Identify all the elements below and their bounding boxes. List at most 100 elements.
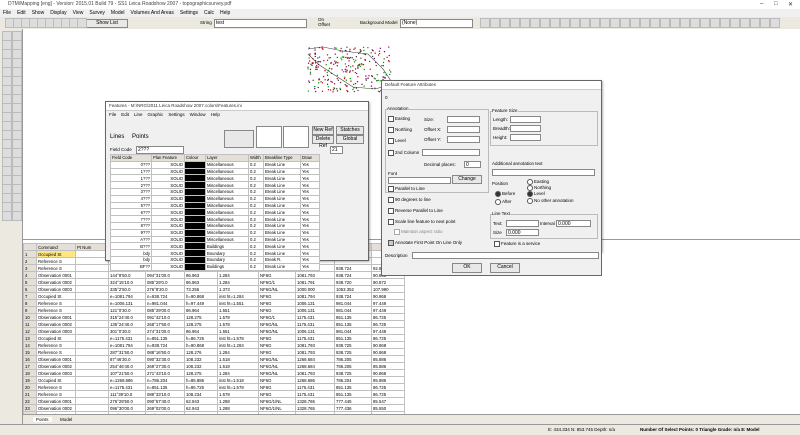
features-cell[interactable]: Break Line bbox=[263, 208, 301, 217]
table-row[interactable]: 4??? SOLID Miscellaneous 0.2 Break Line Yes bbox=[110, 194, 320, 203]
table-row[interactable]: BF?? SOLID Buildings 0.2 Break Line Yes bbox=[110, 262, 320, 271]
menu-item-8[interactable]: Settings bbox=[177, 9, 201, 17]
features-table[interactable]: Field Code Plan Feature Colour Layer Width Br… bbox=[110, 154, 320, 271]
annotate-first-checkbox[interactable] bbox=[388, 240, 394, 246]
toolbar-tool-icon-1[interactable] bbox=[490, 18, 500, 28]
table-row[interactable]: bdy SOLID Boundary 0.2 Break R. Yes bbox=[110, 255, 320, 264]
grid-cell[interactable] bbox=[75, 390, 109, 398]
scale-line-checkbox[interactable] bbox=[388, 219, 394, 225]
grid-cell[interactable]: inst ht=1.551 bbox=[217, 299, 259, 307]
table-row[interactable]: 0??? SOLID Miscellaneous 0.2 Break Line Yes bbox=[110, 160, 320, 169]
grid-cell[interactable]: Observation 0001 bbox=[36, 355, 76, 363]
features-cell[interactable]: Miscellaneous bbox=[205, 208, 249, 217]
features-menu-item[interactable]: Window bbox=[190, 112, 206, 117]
grid-header-cell[interactable]: Pt Num bbox=[75, 243, 109, 251]
table-row[interactable]: 8??? SOLID Miscellaneous 0.2 Break Line Yes bbox=[110, 221, 320, 230]
grid-cell[interactable]: 1.551 bbox=[217, 327, 259, 335]
grid-cell[interactable]: 1006.131 bbox=[295, 306, 335, 314]
menu-item-1[interactable]: Edit bbox=[14, 9, 29, 17]
grid-cell[interactable]: 86.964 bbox=[184, 327, 218, 335]
features-cell[interactable]: Miscellaneous bbox=[205, 187, 249, 196]
grid-cell[interactable]: 5 bbox=[23, 278, 37, 286]
grid-cell[interactable]: 274°31'00.0 bbox=[145, 327, 185, 335]
features-cell[interactable]: SOLID bbox=[151, 262, 185, 271]
grid-cell[interactable]: NF6G bbox=[258, 348, 296, 356]
grid-cell[interactable]: 11 bbox=[23, 320, 37, 328]
toolbar-tool-icon-18[interactable] bbox=[660, 18, 670, 28]
features-cell[interactable]: 8??? bbox=[110, 221, 152, 230]
grid-cell[interactable] bbox=[75, 313, 109, 321]
size-lt-input[interactable]: 0.000 bbox=[506, 229, 539, 236]
grid-cell[interactable]: 90.868 bbox=[371, 341, 405, 349]
features-cell[interactable] bbox=[184, 167, 206, 176]
table-row[interactable]: B??? SOLID Buildings 0.2 Break Line Yes bbox=[110, 242, 320, 251]
features-cell[interactable]: 1??? bbox=[110, 174, 152, 183]
features-cell[interactable]: SOLID bbox=[151, 249, 185, 257]
grid-cell[interactable]: 108.232 bbox=[184, 355, 218, 363]
features-cell[interactable]: bdy bbox=[110, 255, 152, 264]
delete-ref-button[interactable]: Delete Ref bbox=[312, 135, 334, 149]
grid-cell[interactable]: 1175.431 bbox=[295, 313, 335, 321]
grid-cell[interactable]: 10 bbox=[23, 313, 37, 321]
grid-cell[interactable]: Reference S bbox=[36, 390, 76, 398]
maintain-aspect-checkbox[interactable] bbox=[394, 229, 400, 235]
statches-button[interactable]: Statches bbox=[336, 126, 364, 135]
features-cell[interactable]: Miscellaneous bbox=[205, 174, 249, 183]
features-cell[interactable]: SOLID bbox=[151, 228, 185, 237]
features-cell[interactable]: 0.2 bbox=[248, 249, 264, 257]
grid-cell[interactable]: 301°0'30.0 bbox=[108, 327, 146, 335]
grid-cell[interactable] bbox=[75, 264, 109, 272]
grid-cell[interactable]: 1.284 bbox=[217, 278, 259, 286]
toolbar-tool-icon-6[interactable] bbox=[540, 18, 550, 28]
grid-cell[interactable]: 276°29'50.0 bbox=[108, 397, 146, 405]
menu-item-6[interactable]: Model bbox=[108, 9, 128, 17]
grid-cell[interactable]: 128.275 bbox=[184, 369, 218, 377]
grid-cell[interactable]: 938.724 bbox=[334, 271, 372, 279]
grid-cell[interactable]: inst ht=1.518 bbox=[217, 376, 259, 384]
features-cell[interactable] bbox=[184, 174, 206, 183]
features-cell[interactable]: 0.2 bbox=[248, 201, 264, 210]
grid-cell[interactable]: 1.518 bbox=[217, 355, 259, 363]
toolbar-tool-icon-13[interactable] bbox=[610, 18, 620, 28]
features-cell[interactable]: Miscellaneous bbox=[205, 160, 249, 169]
toolbar-tool-icon-29[interactable] bbox=[770, 18, 780, 28]
table-row[interactable]: bdy SOLID Boundary 0.2 Break Line Yes bbox=[110, 249, 320, 257]
grid-cell[interactable]: 786.205 bbox=[334, 355, 372, 363]
grid-cell[interactable]: 1175.431 bbox=[295, 334, 335, 342]
menu-item-7[interactable]: Volumes And Areas bbox=[128, 9, 177, 17]
grid-cell[interactable]: NF6G bbox=[258, 306, 296, 314]
grid-cell[interactable]: NF6G bbox=[258, 376, 296, 384]
features-cell[interactable]: SOLID bbox=[151, 181, 185, 189]
grid-cell[interactable]: n=938.724 bbox=[145, 292, 185, 300]
grid-cell[interactable]: 1081.793 bbox=[295, 369, 335, 377]
grid-cell[interactable]: 86.963 bbox=[184, 271, 218, 279]
features-header-cell[interactable]: Width bbox=[248, 154, 264, 162]
table-row[interactable]: 21 Reference S 111°39'10.0 089°33'10.0 108.2… bbox=[23, 390, 405, 398]
table-row[interactable]: 23 Observation 0002 096°30'00.0 269°02'00.0… bbox=[23, 404, 405, 412]
grid-cell[interactable]: inst ht=1.284 bbox=[217, 292, 259, 300]
grid-cell[interactable]: 315°24'40.0 bbox=[108, 313, 146, 321]
grid-cell[interactable]: 90.868 bbox=[371, 348, 405, 356]
grid-cell[interactable]: NF6G/NL bbox=[258, 369, 296, 377]
table-row[interactable]: 15 Reference S 287°31'50.0 088°16'50.0 128.2… bbox=[23, 348, 405, 356]
toolbar-tool-icon-23[interactable] bbox=[710, 18, 720, 28]
grid-cell[interactable] bbox=[75, 250, 109, 258]
grid-cell[interactable]: Reference S bbox=[36, 383, 76, 391]
grid-cell[interactable]: 276°8'20.0 bbox=[145, 285, 185, 293]
toolbar-tool-icon-2[interactable] bbox=[500, 18, 510, 28]
toolbar-tool-icon-14[interactable] bbox=[620, 18, 630, 28]
features-cell[interactable]: Yes bbox=[300, 221, 320, 230]
features-cell[interactable] bbox=[184, 262, 206, 271]
toolbar-tool-icon-5[interactable] bbox=[530, 18, 540, 28]
features-cell[interactable]: SOLID bbox=[151, 221, 185, 230]
grid-cell[interactable]: 851.135 bbox=[334, 313, 372, 321]
grid-cell[interactable]: 269°02'00.0 bbox=[145, 404, 185, 412]
grid-cell[interactable]: 7 bbox=[23, 292, 37, 300]
grid-cell[interactable] bbox=[75, 306, 109, 314]
grid-cell[interactable]: 1.288 bbox=[217, 404, 259, 412]
features-cell[interactable]: Yes bbox=[300, 262, 320, 271]
menu-item-0[interactable]: File bbox=[0, 9, 14, 17]
grid-cell[interactable]: 1.518 bbox=[217, 362, 259, 370]
toolbar-tool-icon-10[interactable] bbox=[580, 18, 590, 28]
grid-cell[interactable]: Observation 0001 bbox=[36, 397, 76, 405]
